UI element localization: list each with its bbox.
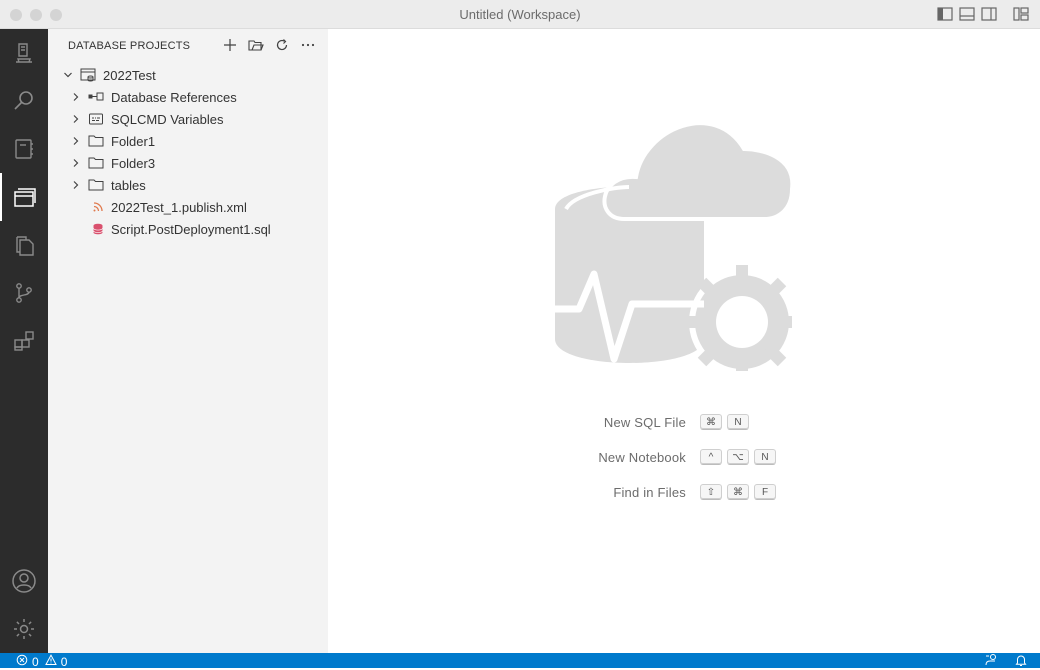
warning-count: 0 xyxy=(60,654,68,669)
notebooks-icon[interactable] xyxy=(0,125,48,173)
shortcut-find-in-files: Find in Files ⇧ ⌘ F xyxy=(328,483,1040,501)
warning-icon xyxy=(44,654,57,669)
chevron-right-icon[interactable] xyxy=(68,155,84,171)
chevron-down-icon[interactable] xyxy=(60,67,76,83)
chevron-right-icon[interactable] xyxy=(68,133,84,149)
key-cap: ⌘ xyxy=(700,414,722,430)
rss-publish-icon xyxy=(90,199,106,215)
connections-icon[interactable] xyxy=(0,29,48,77)
shortcut-keys: ⇧ ⌘ F xyxy=(700,484,776,500)
tree-item-publish-profile[interactable]: 2022Test_1.publish.xml xyxy=(48,196,328,218)
chevron-right-icon[interactable] xyxy=(68,111,84,127)
shortcut-label: New SQL File xyxy=(603,414,686,430)
source-control-icon[interactable] xyxy=(0,269,48,317)
shortcut-label: New Notebook xyxy=(598,449,686,465)
tree-root-project[interactable]: 2022Test xyxy=(48,64,328,86)
status-right-items xyxy=(984,653,1028,670)
tree-item-label: Database References xyxy=(111,89,237,105)
folder-icon xyxy=(88,155,104,171)
error-icon xyxy=(16,654,28,669)
tree-item-label: Folder1 xyxy=(111,133,156,149)
more-actions-icon[interactable] xyxy=(300,37,316,53)
key-cap: ⇧ xyxy=(700,484,722,500)
window-title: Untitled (Workspace) xyxy=(459,7,581,22)
open-project-icon[interactable] xyxy=(248,37,264,53)
shortcut-keys: ⌘ N xyxy=(700,414,749,430)
tree-item-label: Script.PostDeployment1.sql xyxy=(111,221,271,237)
toggle-primary-sidebar-icon[interactable] xyxy=(937,7,953,21)
folder-icon xyxy=(88,133,104,149)
sql-database-icon xyxy=(90,221,106,237)
sqlcmd-variables-icon xyxy=(88,111,104,127)
manage-gear-icon[interactable] xyxy=(0,605,48,653)
tree-item-label: Folder3 xyxy=(111,155,156,171)
references-icon xyxy=(88,89,104,105)
toggle-panel-icon[interactable] xyxy=(959,7,975,21)
folder-icon xyxy=(88,177,104,193)
shortcut-new-notebook: New Notebook ^ ⌥ N xyxy=(328,448,1040,466)
key-cap: F xyxy=(754,484,776,500)
feedback-icon[interactable] xyxy=(984,653,998,670)
toggle-secondary-sidebar-icon[interactable] xyxy=(981,7,997,21)
chevron-right-icon[interactable] xyxy=(68,89,84,105)
shortcut-new-sql-file: New SQL File ⌘ N xyxy=(328,413,1040,431)
database-project-icon xyxy=(80,67,96,83)
tree-item-label: tables xyxy=(111,177,146,193)
customize-layout-icon[interactable] xyxy=(1013,7,1029,21)
tree-item-label: 2022Test_1.publish.xml xyxy=(111,199,247,215)
title-bar: Untitled (Workspace) xyxy=(0,0,1040,29)
sidebar-title: DATABASE PROJECTS xyxy=(68,40,191,52)
notifications-bell-icon[interactable] xyxy=(1014,653,1028,670)
status-bar: 0 0 xyxy=(0,653,1040,670)
editor-watermark-area: New SQL File ⌘ N New Notebook ^ ⌥ N Find… xyxy=(328,29,1040,653)
database-projects-icon[interactable] xyxy=(0,173,48,221)
key-cap: N xyxy=(754,449,776,465)
key-cap: ⌘ xyxy=(727,484,749,500)
sidebar-actions xyxy=(222,37,316,53)
tree-item-folder1[interactable]: Folder1 xyxy=(48,130,328,152)
key-cap: ⌥ xyxy=(727,449,749,465)
refresh-icon[interactable] xyxy=(274,37,290,53)
azure-data-studio-logo xyxy=(554,109,795,379)
account-icon[interactable] xyxy=(0,557,48,605)
tree-root-label: 2022Test xyxy=(103,67,156,83)
problems-indicator[interactable]: 0 0 xyxy=(16,654,67,669)
shortcut-label: Find in Files xyxy=(613,484,686,500)
extensions-icon[interactable] xyxy=(0,317,48,365)
tree-item-label: SQLCMD Variables xyxy=(111,111,224,127)
error-count: 0 xyxy=(32,654,39,669)
activity-bar xyxy=(0,29,48,653)
new-project-icon[interactable] xyxy=(222,37,238,53)
key-cap: N xyxy=(727,414,749,430)
search-icon[interactable] xyxy=(0,77,48,125)
chevron-right-icon[interactable] xyxy=(68,177,84,193)
tree-item-database-references[interactable]: Database References xyxy=(48,86,328,108)
tree-item-sqlcmd-variables[interactable]: SQLCMD Variables xyxy=(48,108,328,130)
tree-item-post-deployment-script[interactable]: Script.PostDeployment1.sql xyxy=(48,218,328,240)
key-cap: ^ xyxy=(700,449,722,465)
tree-item-folder3[interactable]: Folder3 xyxy=(48,152,328,174)
explorer-icon[interactable] xyxy=(0,221,48,269)
sidebar-database-projects: DATABASE PROJECTS 2022Test Database Refe… xyxy=(48,29,328,653)
shortcut-keys: ^ ⌥ N xyxy=(700,449,776,465)
tree-item-tables[interactable]: tables xyxy=(48,174,328,196)
